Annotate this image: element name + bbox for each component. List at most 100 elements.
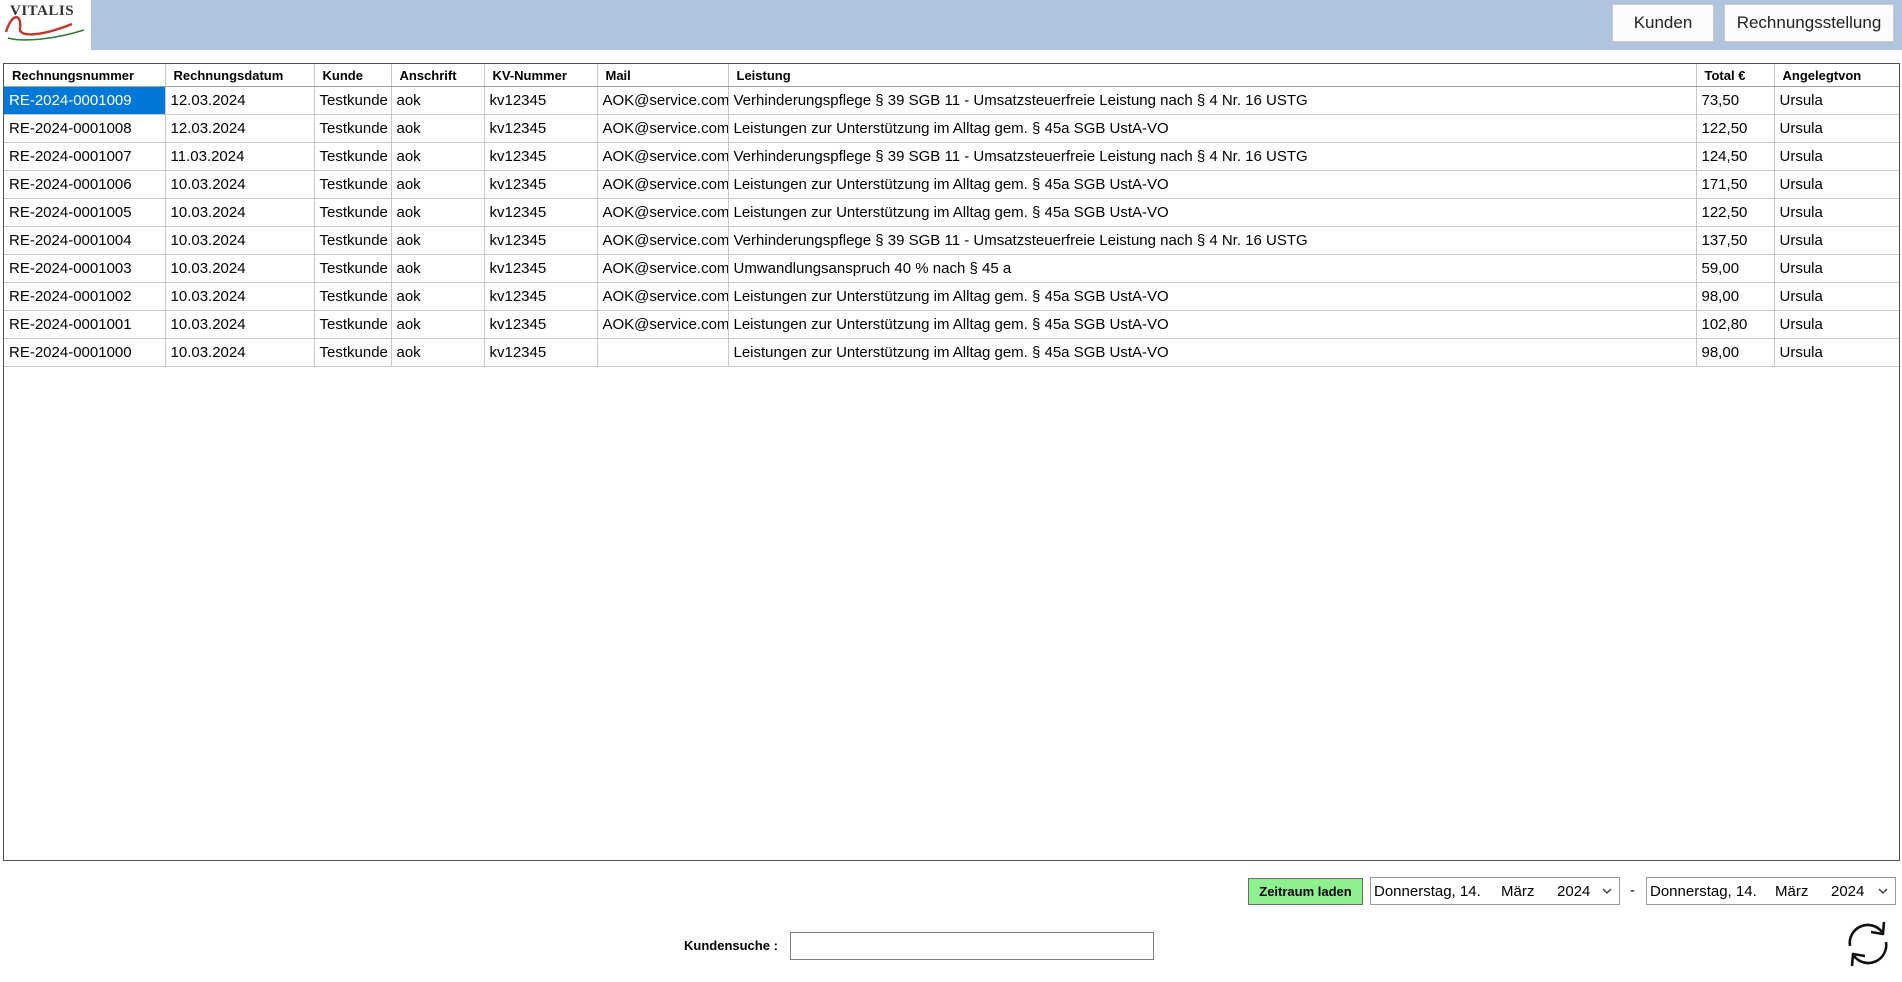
cell-rechnungsnummer[interactable]: RE-2024-0001000	[4, 338, 166, 367]
cell-rechnungsdatum[interactable]: 11.03.2024	[165, 142, 315, 171]
cell-rechnungsnummer[interactable]: RE-2024-0001002	[4, 282, 166, 311]
cell-anschrift[interactable]: aok	[391, 142, 485, 171]
cell-total[interactable]: 102,80	[1696, 310, 1775, 339]
cell-total[interactable]: 122,50	[1696, 198, 1775, 227]
cell-kunde[interactable]: Testkunde	[314, 142, 392, 171]
table-row[interactable]: RE-2024-0001009 12.03.2024 Testkunde aok kv1…	[4, 86, 1899, 115]
table-row[interactable]: RE-2024-0001003 10.03.2024 Testkunde aok kv1…	[4, 254, 1899, 283]
cell-mail[interactable]: AOK@service.com	[597, 170, 729, 199]
cell-anschrift[interactable]: aok	[391, 310, 485, 339]
table-row[interactable]: RE-2024-0001005 10.03.2024 Testkunde aok kv1…	[4, 198, 1899, 227]
cell-total[interactable]: 171,50	[1696, 170, 1775, 199]
cell-kunde[interactable]: Testkunde	[314, 282, 392, 311]
cell-leistung[interactable]: Leistungen zur Unterstützung im Alltag g…	[728, 338, 1697, 367]
cell-mail[interactable]: AOK@service.com	[597, 254, 729, 283]
cell-rechnungsdatum[interactable]: 12.03.2024	[165, 114, 315, 143]
cell-kv-nummer[interactable]: kv12345	[484, 114, 598, 143]
table-row[interactable]: RE-2024-0001006 10.03.2024 Testkunde aok kv1…	[4, 170, 1899, 199]
cell-anschrift[interactable]: aok	[391, 170, 485, 199]
column-header-kunde[interactable]: Kunde	[314, 64, 392, 87]
cell-kv-nummer[interactable]: kv12345	[484, 254, 598, 283]
table-row[interactable]: RE-2024-0001008 12.03.2024 Testkunde aok kv1…	[4, 114, 1899, 143]
table-row[interactable]: RE-2024-0001002 10.03.2024 Testkunde aok kv1…	[4, 282, 1899, 311]
cell-total[interactable]: 124,50	[1696, 142, 1775, 171]
kunden-button[interactable]: Kunden	[1612, 4, 1714, 42]
cell-angelegtvon[interactable]: Ursula	[1774, 114, 1899, 143]
column-header-leistung[interactable]: Leistung	[728, 64, 1697, 87]
cell-kv-nummer[interactable]: kv12345	[484, 226, 598, 255]
cell-kunde[interactable]: Testkunde	[314, 114, 392, 143]
cell-rechnungsdatum[interactable]: 10.03.2024	[165, 198, 315, 227]
cell-mail[interactable]: AOK@service.com	[597, 282, 729, 311]
cell-leistung[interactable]: Umwandlungsanspruch 40 % nach § 45 a	[728, 254, 1697, 283]
cell-anschrift[interactable]: aok	[391, 114, 485, 143]
cell-rechnungsdatum[interactable]: 10.03.2024	[165, 282, 315, 311]
cell-rechnungsdatum[interactable]: 12.03.2024	[165, 86, 315, 115]
cell-mail[interactable]: AOK@service.com	[597, 86, 729, 115]
cell-rechnungsnummer[interactable]: RE-2024-0001003	[4, 254, 166, 283]
refresh-icon[interactable]	[1840, 916, 1896, 972]
cell-mail[interactable]: AOK@service.com	[597, 198, 729, 227]
table-row[interactable]: RE-2024-0001000 10.03.2024 Testkunde aok kv1…	[4, 338, 1899, 367]
cell-rechnungsnummer[interactable]: RE-2024-0001008	[4, 114, 166, 143]
cell-anschrift[interactable]: aok	[391, 86, 485, 115]
zeitraum-laden-button[interactable]: Zeitraum laden	[1248, 878, 1363, 905]
cell-mail[interactable]: AOK@service.com	[597, 142, 729, 171]
cell-rechnungsdatum[interactable]: 10.03.2024	[165, 254, 315, 283]
cell-rechnungsnummer[interactable]: RE-2024-0001009	[4, 86, 166, 115]
table-row[interactable]: RE-2024-0001001 10.03.2024 Testkunde aok kv1…	[4, 310, 1899, 339]
cell-leistung[interactable]: Leistungen zur Unterstützung im Alltag g…	[728, 310, 1697, 339]
cell-kv-nummer[interactable]: kv12345	[484, 170, 598, 199]
cell-kunde[interactable]: Testkunde	[314, 310, 392, 339]
cell-mail[interactable]: AOK@service.com	[597, 310, 729, 339]
cell-angelegtvon[interactable]: Ursula	[1774, 282, 1899, 311]
cell-leistung[interactable]: Leistungen zur Unterstützung im Alltag g…	[728, 198, 1697, 227]
cell-rechnungsnummer[interactable]: RE-2024-0001001	[4, 310, 166, 339]
cell-mail[interactable]	[597, 338, 729, 367]
table-row[interactable]: RE-2024-0001004 10.03.2024 Testkunde aok kv1…	[4, 226, 1899, 255]
cell-angelegtvon[interactable]: Ursula	[1774, 338, 1899, 367]
cell-kunde[interactable]: Testkunde	[314, 198, 392, 227]
cell-rechnungsdatum[interactable]: 10.03.2024	[165, 226, 315, 255]
cell-anschrift[interactable]: aok	[391, 282, 485, 311]
cell-kv-nummer[interactable]: kv12345	[484, 282, 598, 311]
column-header-total[interactable]: Total €	[1696, 64, 1775, 87]
cell-rechnungsnummer[interactable]: RE-2024-0001006	[4, 170, 166, 199]
cell-mail[interactable]: AOK@service.com	[597, 226, 729, 255]
invoice-grid[interactable]: Rechnungsnummer Rechnungsdatum Kunde Ans…	[3, 63, 1900, 861]
cell-angelegtvon[interactable]: Ursula	[1774, 86, 1899, 115]
cell-angelegtvon[interactable]: Ursula	[1774, 254, 1899, 283]
cell-kunde[interactable]: Testkunde	[314, 338, 392, 367]
table-row[interactable]: RE-2024-0001007 11.03.2024 Testkunde aok kv1…	[4, 142, 1899, 171]
date-to-picker[interactable]: Donnerstag, 14. März 2024	[1646, 877, 1896, 905]
cell-anschrift[interactable]: aok	[391, 198, 485, 227]
date-from-picker[interactable]: Donnerstag, 14. März 2024	[1370, 877, 1620, 905]
cell-rechnungsdatum[interactable]: 10.03.2024	[165, 338, 315, 367]
cell-kunde[interactable]: Testkunde	[314, 254, 392, 283]
cell-rechnungsdatum[interactable]: 10.03.2024	[165, 170, 315, 199]
cell-mail[interactable]: AOK@service.com	[597, 114, 729, 143]
cell-angelegtvon[interactable]: Ursula	[1774, 198, 1899, 227]
cell-anschrift[interactable]: aok	[391, 226, 485, 255]
cell-kv-nummer[interactable]: kv12345	[484, 142, 598, 171]
column-header-mail[interactable]: Mail	[597, 64, 729, 87]
cell-rechnungsnummer[interactable]: RE-2024-0001007	[4, 142, 166, 171]
cell-leistung[interactable]: Leistungen zur Unterstützung im Alltag g…	[728, 170, 1697, 199]
column-header-angelegtvon[interactable]: Angelegtvon	[1774, 64, 1899, 87]
kundensuche-input[interactable]	[790, 932, 1154, 960]
cell-leistung[interactable]: Leistungen zur Unterstützung im Alltag g…	[728, 282, 1697, 311]
cell-kv-nummer[interactable]: kv12345	[484, 310, 598, 339]
cell-kunde[interactable]: Testkunde	[314, 86, 392, 115]
column-header-rechnungsnummer[interactable]: Rechnungsnummer	[4, 64, 166, 87]
cell-angelegtvon[interactable]: Ursula	[1774, 170, 1899, 199]
cell-rechnungsdatum[interactable]: 10.03.2024	[165, 310, 315, 339]
cell-angelegtvon[interactable]: Ursula	[1774, 142, 1899, 171]
cell-total[interactable]: 59,00	[1696, 254, 1775, 283]
cell-total[interactable]: 137,50	[1696, 226, 1775, 255]
cell-total[interactable]: 73,50	[1696, 86, 1775, 115]
cell-angelegtvon[interactable]: Ursula	[1774, 310, 1899, 339]
cell-kv-nummer[interactable]: kv12345	[484, 86, 598, 115]
column-header-rechnungsdatum[interactable]: Rechnungsdatum	[165, 64, 315, 87]
cell-leistung[interactable]: Verhinderungspflege § 39 SGB 11 - Umsatz…	[728, 86, 1697, 115]
column-header-kv-nummer[interactable]: KV-Nummer	[484, 64, 598, 87]
